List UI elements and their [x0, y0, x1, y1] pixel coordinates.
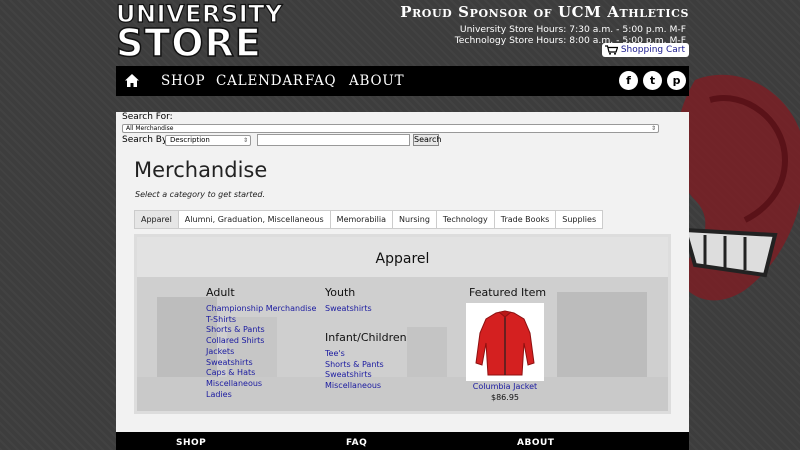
- page-subtitle: Select a category to get started.: [135, 190, 265, 199]
- link-infant-tees[interactable]: Tee's: [325, 349, 384, 360]
- tab-memorabilia[interactable]: Memorabilia: [330, 210, 394, 229]
- search-by-value: Description: [170, 136, 210, 144]
- featured-item-name[interactable]: Columbia Jacket: [466, 382, 544, 391]
- nav-shop[interactable]: SHOP: [161, 73, 205, 89]
- tab-trade-books[interactable]: Trade Books: [494, 210, 557, 229]
- tab-alumni[interactable]: Alumni, Graduation, Miscellaneous: [178, 210, 331, 229]
- link-infant-shorts-pants[interactable]: Shorts & Pants: [325, 360, 384, 371]
- link-ladies[interactable]: Ladies: [206, 390, 316, 401]
- link-miscellaneous[interactable]: Miscellaneous: [206, 379, 316, 390]
- search-by-select[interactable]: Description ⇕: [165, 135, 251, 146]
- pinterest-icon[interactable]: p: [667, 71, 686, 90]
- facebook-icon[interactable]: f: [619, 71, 638, 90]
- search-for-select[interactable]: All Merchandise ⇕: [122, 124, 659, 133]
- twitter-icon[interactable]: t: [643, 71, 662, 90]
- university-store-hours: University Store Hours: 7:30 a.m. - 5:00…: [459, 24, 686, 35]
- logo-line-2: STORE: [115, 21, 262, 65]
- search-for-label: Search For:: [122, 112, 173, 122]
- youth-heading: Youth: [325, 286, 356, 299]
- link-t-shirts[interactable]: T-Shirts: [206, 315, 316, 326]
- footer-nav: SHOP FAQ ABOUT: [116, 432, 689, 450]
- category-tabs: Apparel Alumni, Graduation, Miscellaneou…: [134, 210, 604, 229]
- footer-about[interactable]: ABOUT: [517, 438, 554, 448]
- adult-heading: Adult: [206, 286, 235, 299]
- search-button[interactable]: Search: [413, 134, 441, 146]
- link-infant-miscellaneous[interactable]: Miscellaneous: [325, 381, 384, 392]
- link-shorts-pants[interactable]: Shorts & Pants: [206, 325, 316, 336]
- youth-links: Sweatshirts: [325, 304, 372, 315]
- tab-apparel[interactable]: Apparel: [134, 210, 179, 229]
- search-for-value: All Merchandise: [126, 125, 174, 132]
- cart-icon: [604, 45, 618, 55]
- home-icon[interactable]: [124, 73, 140, 88]
- tab-nursing[interactable]: Nursing: [393, 210, 437, 229]
- featured-heading: Featured Item: [469, 286, 547, 299]
- footer-shop[interactable]: SHOP: [176, 438, 206, 448]
- apparel-panel: Apparel Adult Championship Merchandise T…: [134, 234, 671, 414]
- cart-label: Shopping Cart: [620, 45, 685, 55]
- content-area: Search For: All Merchandise ⇕ Search By:…: [116, 112, 689, 432]
- university-store-logo[interactable]: UNIVERSITY STORE: [115, 1, 283, 65]
- footer-faq[interactable]: FAQ: [346, 438, 367, 448]
- adult-links: Championship Merchandise T-Shirts Shorts…: [206, 304, 316, 400]
- infant-heading: Infant/Children: [325, 331, 407, 344]
- featured-item-price: $86.95: [491, 393, 519, 402]
- select-arrows-icon: ⇕: [242, 137, 248, 144]
- nav-about[interactable]: ABOUT: [349, 73, 404, 89]
- page-title: Merchandise: [134, 158, 268, 182]
- link-championship-merchandise[interactable]: Championship Merchandise: [206, 304, 316, 315]
- nav-faq[interactable]: FAQ: [305, 73, 336, 89]
- search-by-label: Search By:: [122, 135, 170, 145]
- infant-links: Tee's Shorts & Pants Sweatshirts Miscell…: [325, 349, 384, 392]
- sponsor-text: Proud Sponsor of UCM Athletics: [400, 3, 689, 21]
- link-youth-sweatshirts[interactable]: Sweatshirts: [325, 304, 372, 315]
- tab-supplies[interactable]: Supplies: [556, 210, 604, 229]
- link-sweatshirts[interactable]: Sweatshirts: [206, 358, 316, 369]
- link-caps-hats[interactable]: Caps & Hats: [206, 368, 316, 379]
- main-nav: SHOP CALENDAR FAQ ABOUT f t p: [116, 66, 689, 96]
- link-jackets[interactable]: Jackets: [206, 347, 316, 358]
- nav-calendar[interactable]: CALENDAR: [216, 73, 304, 89]
- link-infant-sweatshirts[interactable]: Sweatshirts: [325, 370, 384, 381]
- tab-technology[interactable]: Technology: [436, 210, 495, 229]
- search-input[interactable]: [257, 134, 410, 146]
- panel-title: Apparel: [375, 251, 430, 267]
- link-collared-shirts[interactable]: Collared Shirts: [206, 336, 316, 347]
- select-arrows-icon: ⇕: [650, 125, 656, 132]
- columbia-jacket-image[interactable]: [466, 303, 544, 381]
- shopping-cart-button[interactable]: Shopping Cart: [601, 43, 689, 57]
